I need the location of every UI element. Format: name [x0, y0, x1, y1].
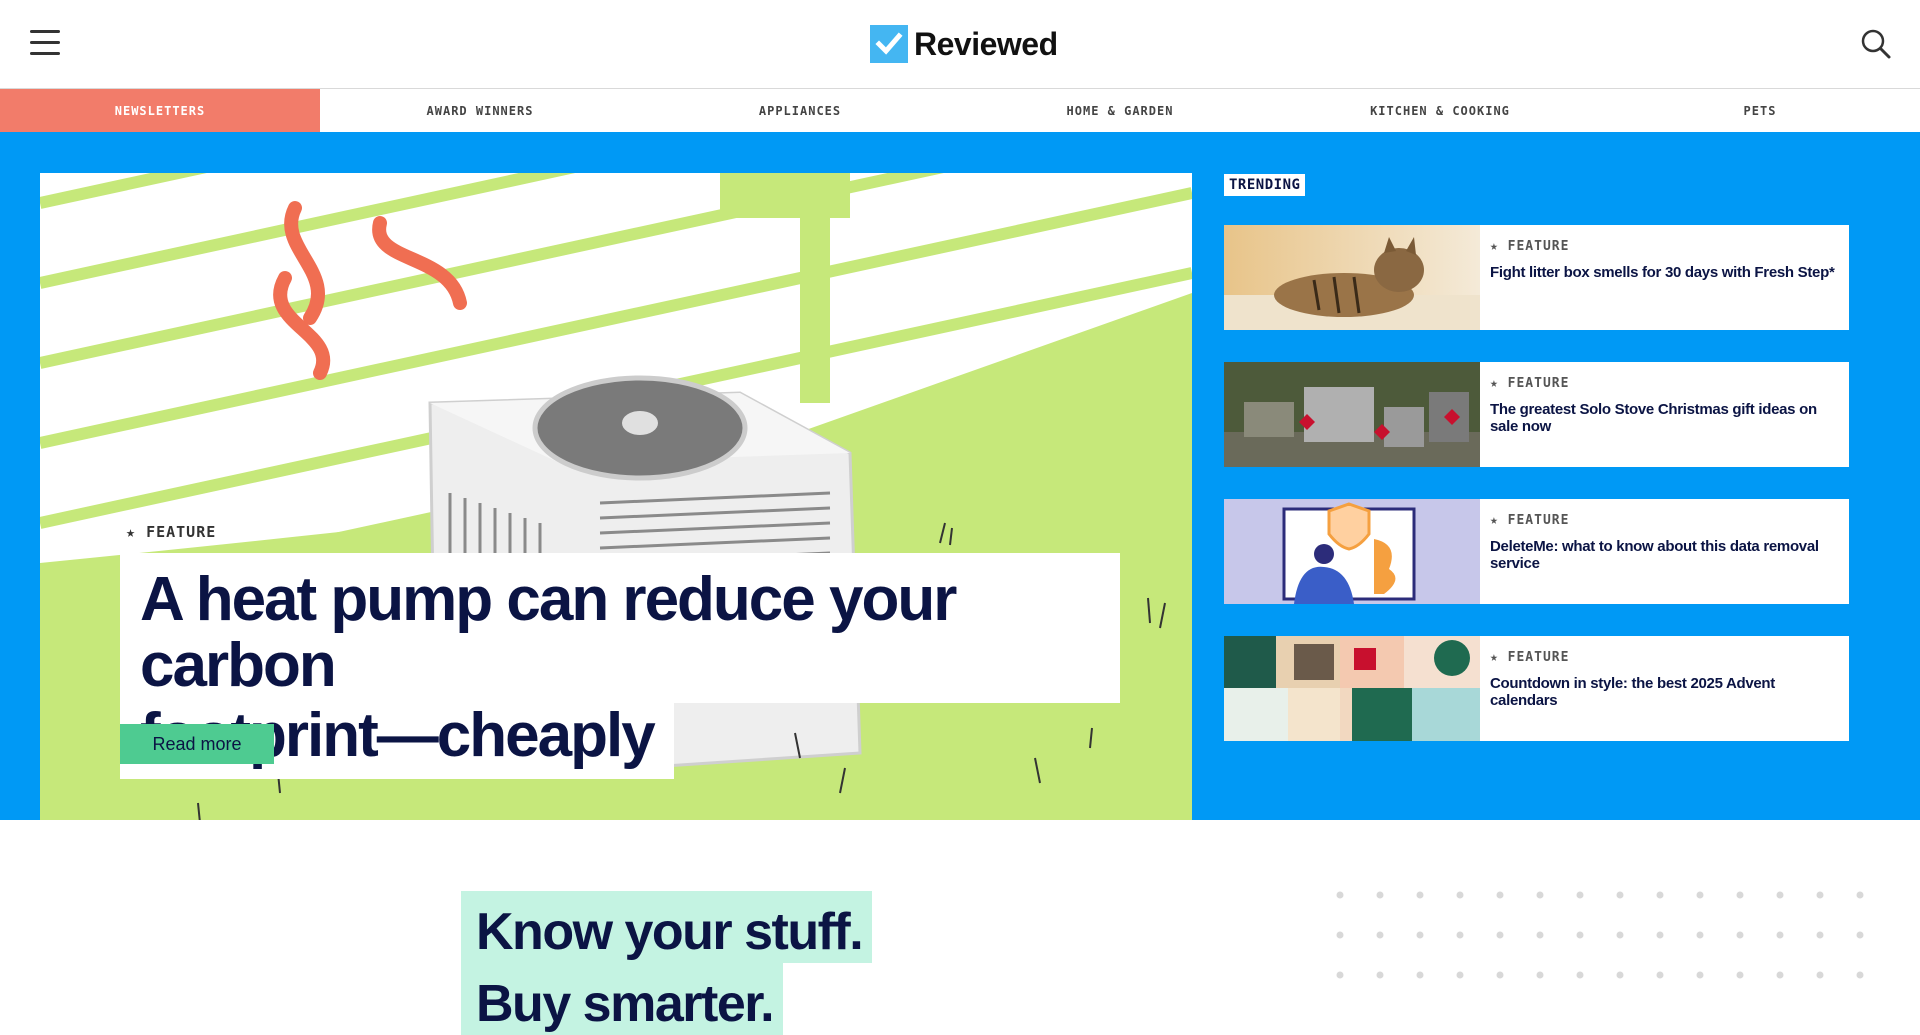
hero-kicker: ★ FEATURE: [126, 523, 217, 541]
card-title: Countdown in style: the best 2025 Advent…: [1490, 675, 1775, 709]
brand-name: Reviewed: [914, 25, 1058, 62]
hero-title-line1: A heat pump can reduce your carbon: [120, 553, 1120, 703]
nav-item-appliances[interactable]: APPLIANCES: [640, 89, 960, 132]
hamburger-menu-icon[interactable]: [30, 30, 60, 56]
nav-item-award-winners[interactable]: AWARD WINNERS: [320, 89, 640, 132]
nav-item-pets[interactable]: PETS: [1600, 89, 1920, 132]
cat-thumbnail: [1224, 225, 1480, 330]
trending-label: TRENDING: [1224, 174, 1306, 196]
nav-item-newsletters[interactable]: NEWSLETTERS: [0, 89, 320, 132]
search-icon[interactable]: [1860, 28, 1892, 60]
trending-card-4[interactable]: ★ FEATURE Countdown in style: the best 2…: [1224, 636, 1849, 741]
site-logo[interactable]: Reviewed: [870, 24, 1058, 64]
checkmark-icon: [870, 25, 908, 63]
card-title: DeleteMe: what to know about this data r…: [1490, 538, 1819, 572]
decorative-dot-grid: [1336, 891, 1864, 979]
data-privacy-thumbnail: [1224, 499, 1480, 604]
card-title: The greatest Solo Stove Christmas gift i…: [1490, 401, 1817, 435]
card-kicker: ★ FEATURE: [1490, 239, 1570, 254]
advent-calendar-thumbnail: [1224, 636, 1480, 741]
hero-feature[interactable]: ★ FEATURE A heat pump can reduce your ca…: [40, 173, 1192, 820]
card-title: Fight litter box smells for 30 days with…: [1490, 264, 1835, 281]
nav-item-home-garden[interactable]: HOME & GARDEN: [960, 89, 1280, 132]
tagline-line2: Buy smarter.: [461, 963, 784, 1035]
site-header: Reviewed: [0, 0, 1920, 89]
card-kicker: ★ FEATURE: [1490, 650, 1570, 665]
card-kicker: ★ FEATURE: [1490, 513, 1570, 528]
card-kicker: ★ FEATURE: [1490, 376, 1570, 391]
trending-card-2[interactable]: ★ FEATURE The greatest Solo Stove Christ…: [1224, 362, 1849, 467]
trending-card-3[interactable]: ★ FEATURE DeleteMe: what to know about t…: [1224, 499, 1849, 604]
solo-stove-thumbnail: [1224, 362, 1480, 467]
nav-item-kitchen-cooking[interactable]: KITCHEN & COOKING: [1280, 89, 1600, 132]
trending-card-1[interactable]: ★ FEATURE Fight litter box smells for 30…: [1224, 225, 1849, 330]
read-more-button[interactable]: Read more: [120, 724, 274, 764]
tagline-line1: Know your stuff.: [461, 891, 873, 963]
tagline: Know your stuff. Buy smarter.: [461, 891, 873, 1035]
category-nav: NEWSLETTERS AWARD WINNERS APPLIANCES HOM…: [0, 89, 1920, 132]
